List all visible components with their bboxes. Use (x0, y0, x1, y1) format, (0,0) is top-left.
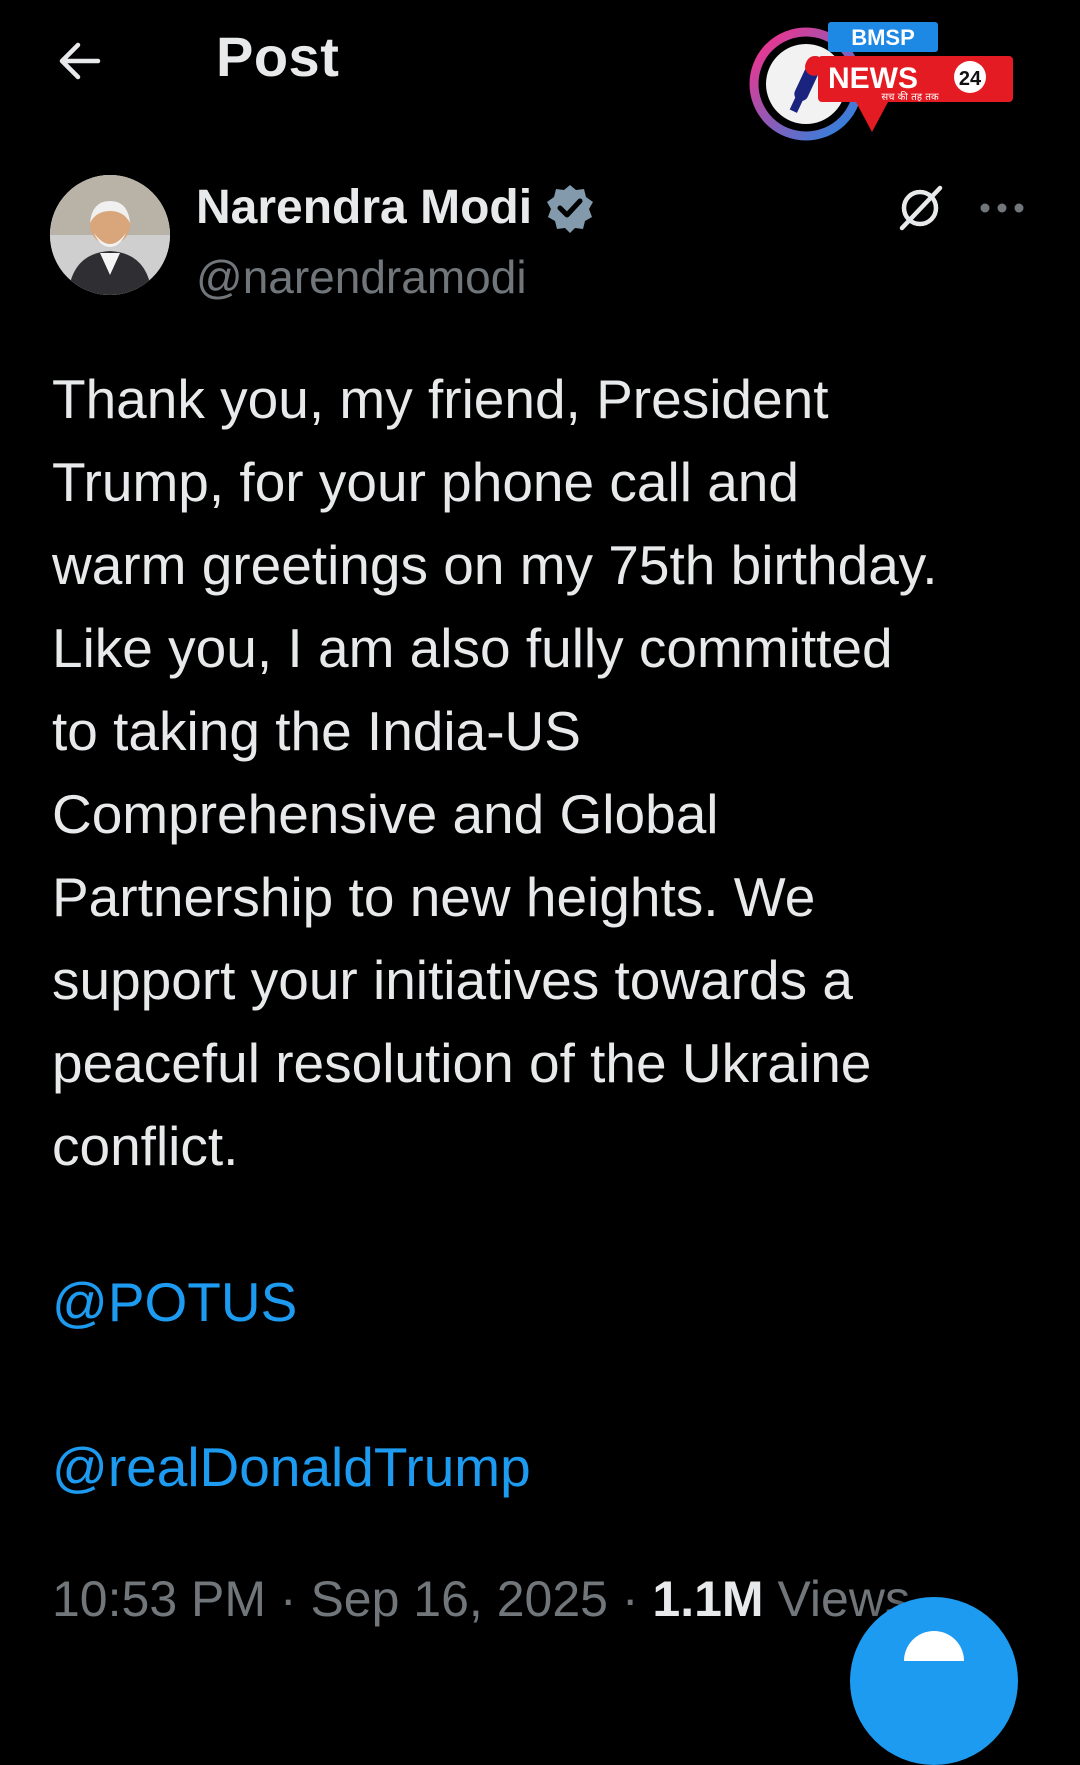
compose-icon (904, 1631, 964, 1661)
mention-link-potus[interactable]: @POTUS (52, 1270, 297, 1334)
grok-button[interactable] (890, 178, 950, 238)
post-date[interactable]: Sep 16, 2025 (310, 1571, 608, 1627)
meta-separator: · (607, 1571, 653, 1627)
post-time[interactable]: 10:53 PM (52, 1571, 266, 1627)
mention-link-realdonaldtrump[interactable]: @realDonaldTrump (52, 1435, 531, 1499)
logo-tagline: सच की तह तक (881, 91, 939, 103)
avatar[interactable] (50, 175, 170, 295)
back-button[interactable] (48, 30, 110, 92)
logo-main-text: NEWS (828, 62, 918, 95)
more-horizontal-icon (980, 203, 1024, 213)
verified-badge-icon (544, 182, 596, 234)
more-options-button[interactable] (972, 178, 1032, 238)
author-name[interactable]: Narendra Modi (196, 180, 596, 235)
bmsp-news-logo: BMSP NEWS 24 सच की तह तक (748, 14, 1028, 154)
compose-button[interactable] (850, 1597, 1018, 1765)
post-meta: 10:53 PM · Sep 16, 2025 · 1.1M Views (52, 1570, 910, 1628)
arrow-left-icon (59, 42, 101, 80)
avatar-image (50, 175, 170, 295)
page-title: Post (216, 25, 340, 88)
logo-top-text: BMSP (851, 25, 915, 50)
logo-badge-text: 24 (959, 68, 982, 90)
views-count: 1.1M (652, 1571, 764, 1627)
author-name-text: Narendra Modi (196, 181, 533, 234)
grok-icon (899, 185, 943, 231)
logo-graphic: BMSP NEWS 24 सच की तह तक (749, 22, 1013, 141)
author-handle[interactable]: @narendramodi (196, 250, 527, 304)
meta-separator: · (266, 1571, 311, 1627)
post-text: Thank you, my friend, President Trump, f… (52, 368, 938, 1177)
